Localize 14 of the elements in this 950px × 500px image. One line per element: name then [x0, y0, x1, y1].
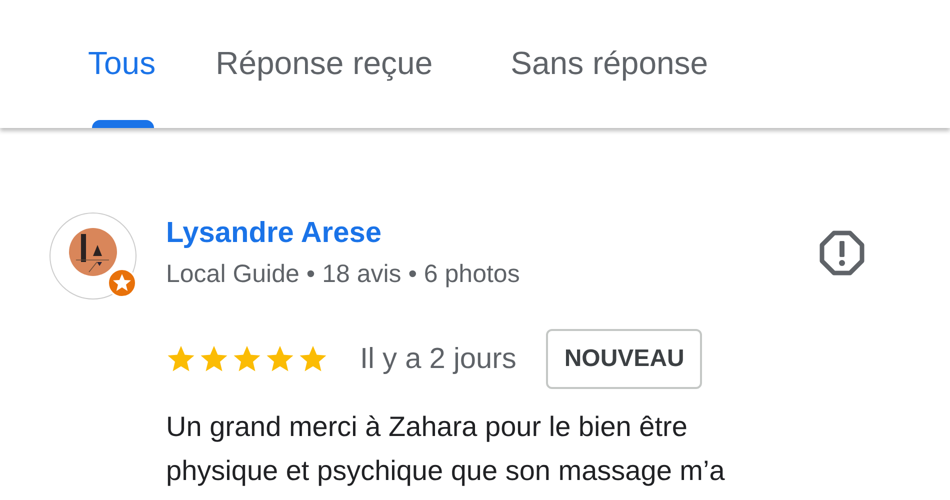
new-badge: NOUVEAU — [546, 329, 702, 389]
review-text: Un grand merci à Zahara pour le bien être physique et psychique que son massage m’a — [166, 410, 726, 488]
star-icon — [232, 344, 262, 374]
tab[interactable]: Sans réponse — [490, 0, 728, 128]
author-meta: Local Guide • 18 avis • 6 photos — [166, 259, 520, 290]
tab[interactable]: Tous — [68, 0, 176, 128]
review-time: Il y a 2 jours — [360, 342, 516, 376]
author-name[interactable]: Lysandre Arese — [166, 214, 520, 252]
tab[interactable]: Réponse reçue — [196, 0, 453, 128]
star-icon — [298, 344, 328, 374]
star-icon — [199, 344, 229, 374]
star-icon — [166, 344, 196, 374]
report-icon[interactable] — [818, 228, 866, 276]
star-icon — [265, 344, 295, 374]
